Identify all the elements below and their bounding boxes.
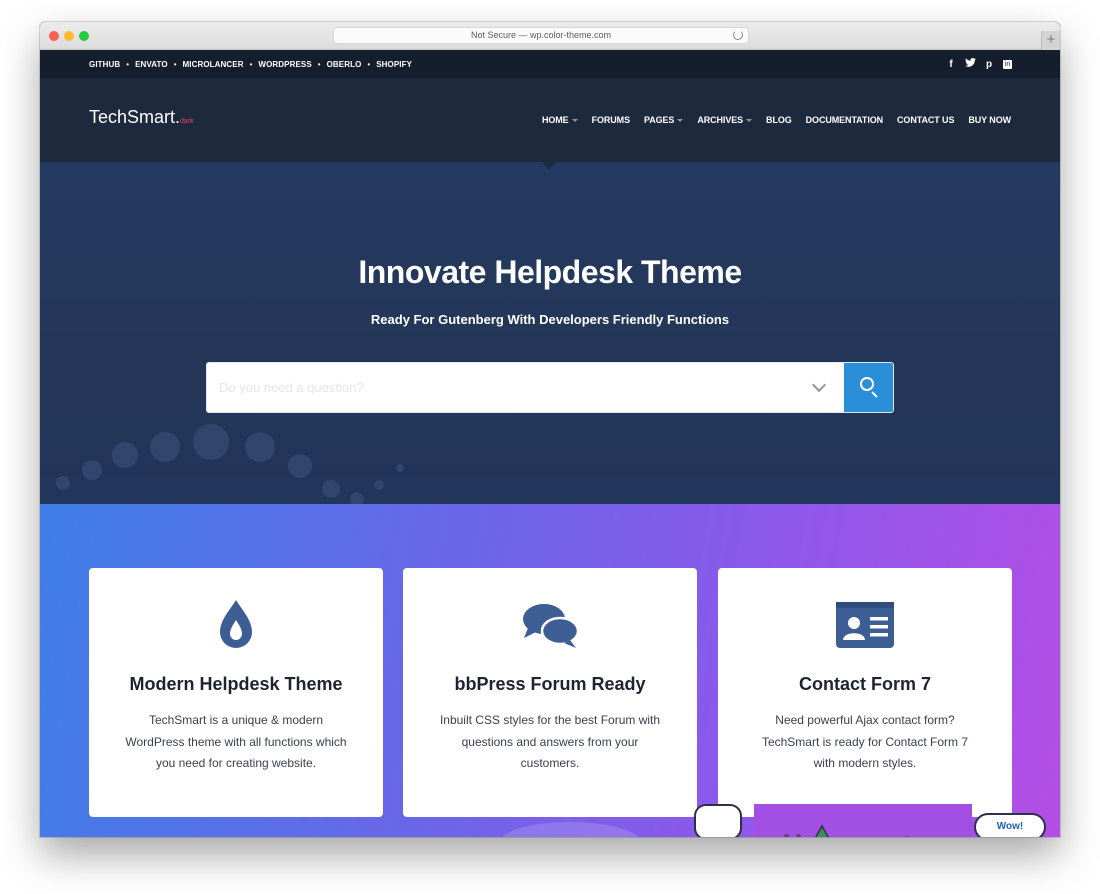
nav-buy-now[interactable]: BUY NOW	[968, 115, 1011, 125]
decor-dot	[904, 836, 909, 837]
feature-text: TechSmart is a unique & modern WordPress…	[125, 713, 347, 770]
nav-forums[interactable]: FORUMS	[592, 115, 631, 125]
decor-bubble	[288, 454, 312, 478]
nav-home[interactable]: HOME	[542, 115, 578, 125]
minimize-window-button[interactable]	[64, 31, 74, 41]
site-logo[interactable]: TechSmart.dark	[89, 107, 194, 128]
search-box	[206, 362, 894, 413]
feature-title: Contact Form 7	[798, 674, 931, 694]
decor-bubble	[245, 432, 275, 462]
zoom-window-button[interactable]	[79, 31, 89, 41]
decor-cloud	[694, 804, 742, 837]
decor-bubble	[396, 464, 404, 472]
nav-archives[interactable]: ARCHIVES	[697, 115, 753, 125]
close-window-button[interactable]	[49, 31, 59, 41]
chevron-down-icon	[746, 119, 753, 123]
decor-circle	[500, 822, 640, 837]
decor-dot	[784, 834, 789, 837]
features-section: Modern Helpdesk Theme TechSmart is a uni…	[40, 504, 1060, 837]
decor-bubble	[150, 432, 180, 462]
main-nav: HOME FORUMS PAGES ARCHIVES BLOG DOCUMENT…	[542, 78, 1011, 162]
nav-archives-label: ARCHIVES	[697, 115, 744, 125]
chevron-down-icon	[677, 119, 684, 123]
feature-card: Contact Form 7 Need powerful Ajax contac…	[718, 568, 1012, 817]
hero-section: Innovate Helpdesk Theme Ready For Gutenb…	[40, 162, 1060, 504]
toplink-oberlo[interactable]: OBERLO	[327, 60, 362, 69]
decor-bubble	[374, 480, 384, 490]
decor-illustration	[754, 804, 972, 837]
separator: •	[126, 59, 130, 69]
feature-title: bbPress Forum Ready	[454, 674, 646, 694]
browser-titlebar: Not Secure — wp.color-theme.com +	[40, 22, 1060, 50]
site-header: TechSmart.dark HOME FORUMS PAGES ARCHIVE…	[40, 78, 1060, 169]
separator: •	[249, 59, 253, 69]
pinterest-icon[interactable]: p	[984, 59, 994, 70]
top-bar: GITHUB • ENVATO • MICROLANCER • WORDPRES…	[40, 50, 1060, 78]
water-drop-icon	[220, 600, 252, 648]
nav-home-label: HOME	[541, 115, 569, 125]
decor-dot	[796, 834, 801, 837]
social-links: f p in	[946, 50, 1012, 78]
decor-bubble	[82, 460, 102, 480]
feature-title: Modern Helpdesk Theme	[129, 674, 343, 694]
decor-bubble	[322, 480, 340, 498]
toplink-wordpress[interactable]: WORDPRESS	[258, 60, 311, 69]
hero-subtitle: Ready For Gutenberg With Developers Frie…	[370, 312, 730, 327]
decor-bubble	[56, 476, 70, 490]
header-pointer	[542, 162, 556, 169]
reload-icon[interactable]	[733, 30, 743, 40]
decor-bubble	[112, 442, 138, 468]
twitter-icon[interactable]	[965, 58, 976, 70]
address-text: Not Secure — wp.color-theme.com	[470, 30, 612, 40]
decor-leaf-icon	[815, 824, 829, 837]
feature-text: Need powerful Ajax contact form? TechSma…	[761, 713, 969, 770]
search-input[interactable]	[219, 363, 799, 412]
chevron-down-icon	[571, 119, 578, 123]
address-bar[interactable]: Not Secure — wp.color-theme.com	[333, 27, 749, 44]
chevron-down-icon[interactable]	[811, 377, 827, 393]
toplink-envato[interactable]: ENVATO	[135, 60, 168, 69]
contact-card-icon	[836, 602, 894, 648]
decor-bubble	[350, 492, 364, 504]
nav-pages[interactable]: PAGES	[643, 115, 684, 125]
separator: •	[367, 59, 371, 69]
nav-blog[interactable]: BLOG	[766, 115, 792, 125]
facebook-icon[interactable]: f	[946, 59, 956, 70]
toplink-shopify[interactable]: SHOPIFY	[376, 60, 412, 69]
linkedin-icon[interactable]: in	[1003, 59, 1012, 69]
nav-contact-us[interactable]: CONTACT US	[897, 115, 954, 125]
nav-pages-label: PAGES	[643, 115, 675, 125]
new-tab-button[interactable]: +	[1041, 31, 1060, 50]
search-button[interactable]	[844, 363, 893, 412]
hero-title: Innovate Helpdesk Theme	[358, 254, 742, 290]
separator: •	[173, 59, 177, 69]
browser-window: Not Secure — wp.color-theme.com + GITHUB…	[40, 22, 1060, 837]
chat-bubbles-icon	[523, 604, 580, 648]
toplink-microlancer[interactable]: MICROLANCER	[183, 60, 244, 69]
decor-bubble	[193, 424, 229, 460]
logo-suffix: dark	[180, 118, 194, 125]
nav-documentation[interactable]: DOCUMENTATION	[806, 115, 883, 125]
separator: •	[317, 59, 321, 69]
search-icon	[860, 377, 874, 391]
feature-card: Modern Helpdesk Theme TechSmart is a uni…	[89, 568, 383, 817]
feature-card: bbPress Forum Ready Inbuilt CSS styles f…	[403, 568, 697, 817]
wow-badge: Wow!	[974, 813, 1046, 837]
logo-text: TechSmart.	[89, 107, 181, 127]
top-links: GITHUB • ENVATO • MICROLANCER • WORDPRES…	[89, 50, 412, 78]
search-icon-handle	[871, 391, 878, 398]
toplink-github[interactable]: GITHUB	[89, 60, 120, 69]
feature-text: Inbuilt CSS styles for the best Forum wi…	[439, 713, 661, 770]
